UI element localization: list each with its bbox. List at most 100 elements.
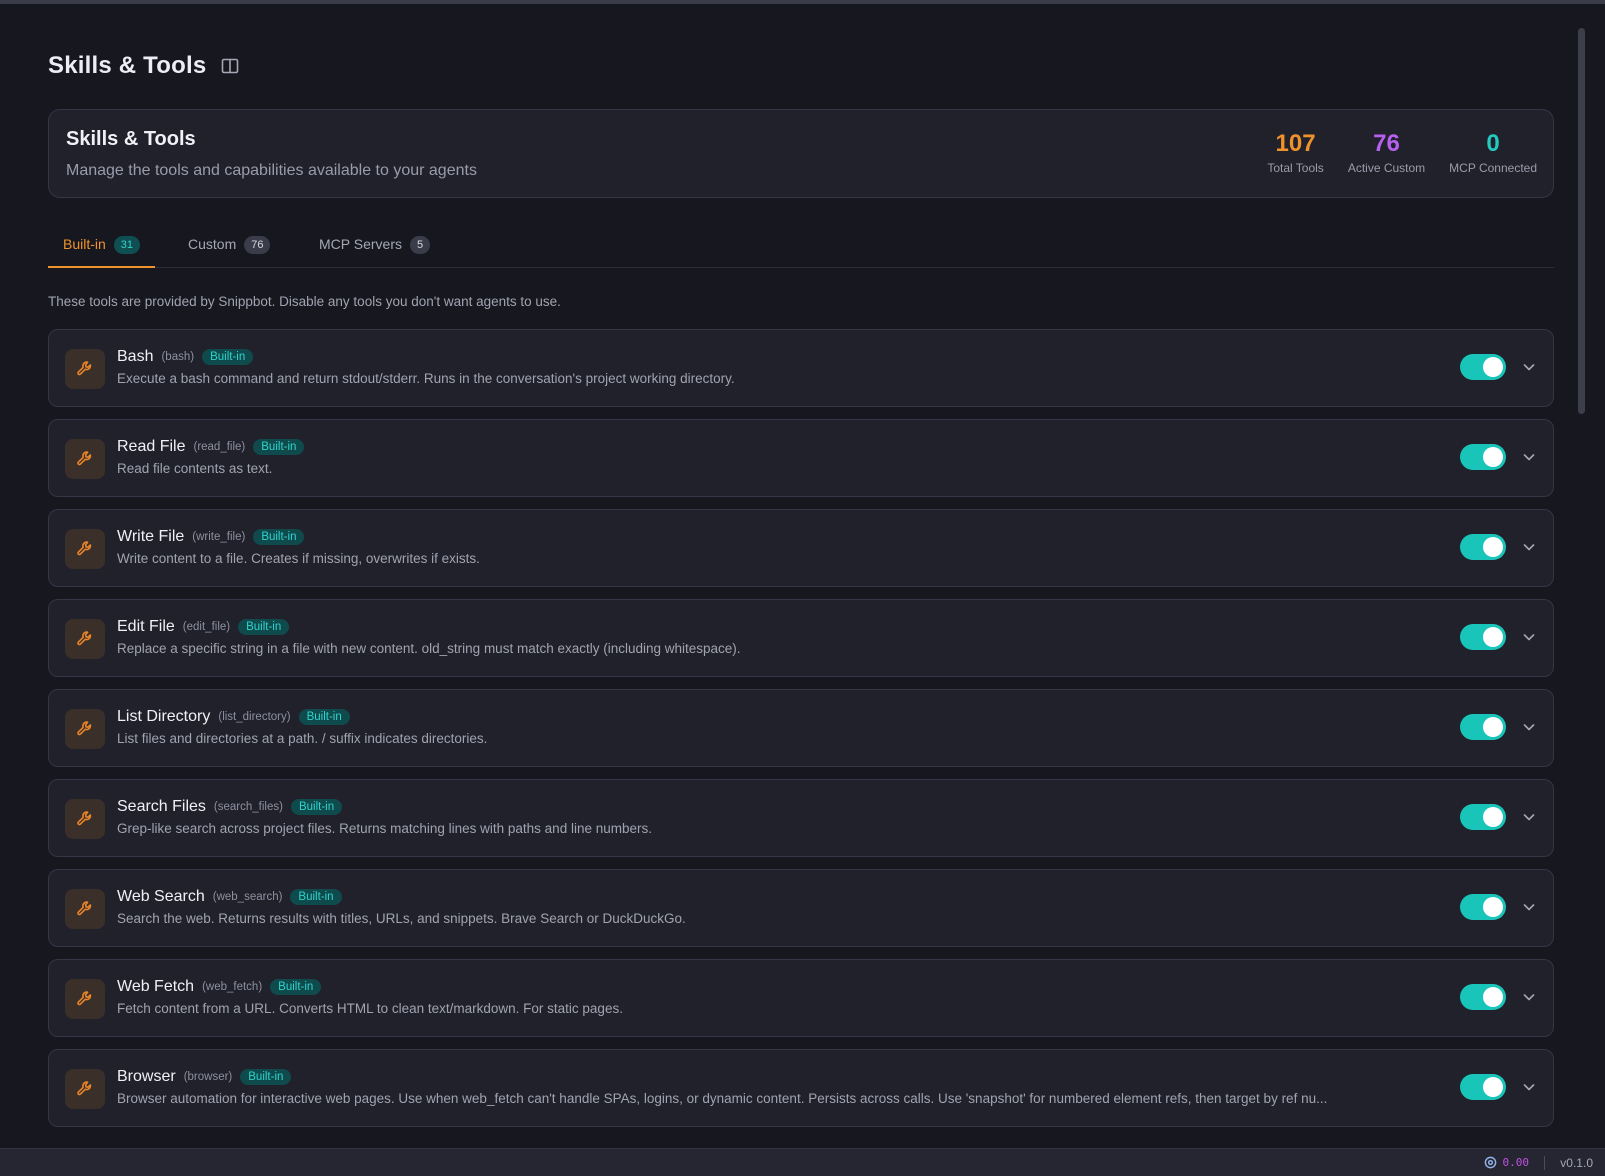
app-version: v0.1.0	[1560, 1156, 1593, 1170]
tool-id: (bash)	[161, 351, 195, 363]
tool-name: List Directory	[117, 708, 211, 725]
stat-label: MCP Connected	[1449, 161, 1537, 175]
page-title: Skills & Tools	[48, 52, 207, 79]
tool-description: Browser automation for interactive web p…	[117, 1091, 1328, 1106]
chevron-down-icon[interactable]	[1521, 989, 1537, 1005]
tab-mcp-servers[interactable]: MCP Servers 5	[319, 228, 431, 268]
built-in-badge: Built-in	[202, 349, 254, 365]
tool-description: List files and directories at a path. / …	[117, 731, 488, 746]
tool-id: (web_fetch)	[202, 981, 263, 993]
tool-description: Execute a bash command and return stdout…	[117, 371, 735, 386]
chevron-down-icon[interactable]	[1521, 629, 1537, 645]
tool-description: Replace a specific string in a file with…	[117, 641, 741, 656]
tool-enable-toggle[interactable]	[1460, 804, 1506, 830]
tool-enable-toggle[interactable]	[1460, 444, 1506, 470]
tool-name: Write File	[117, 528, 185, 545]
status-divider	[1544, 1156, 1545, 1170]
toggle-knob	[1483, 537, 1503, 557]
built-in-badge: Built-in	[298, 709, 350, 725]
wrench-icon	[65, 799, 105, 839]
tab-bar: Built-in 31 Custom 76 MCP Servers 5	[48, 228, 1554, 268]
tool-description: Read file contents as text.	[117, 461, 273, 476]
tool-card[interactable]: Search Files (search_files) Built-in Grep-l…	[48, 779, 1554, 857]
chevron-down-icon[interactable]	[1521, 899, 1537, 915]
tab-built-in[interactable]: Built-in 31	[48, 228, 156, 268]
wrench-icon	[65, 349, 105, 389]
tool-name: Read File	[117, 438, 186, 455]
tab-label: MCP Servers	[319, 236, 402, 252]
toggle-knob	[1483, 897, 1503, 917]
wrench-icon	[65, 529, 105, 569]
tool-name: Browser	[117, 1068, 176, 1085]
stat-value: 0	[1486, 130, 1500, 157]
tab-count-badge: 76	[244, 236, 271, 254]
page-header: Skills & Tools	[48, 52, 240, 80]
wrench-icon	[65, 619, 105, 659]
tool-enable-toggle[interactable]	[1460, 534, 1506, 560]
tool-enable-toggle[interactable]	[1460, 984, 1506, 1010]
summary-subtitle: Manage the tools and capabilities availa…	[66, 162, 477, 179]
tab-count-badge: 5	[409, 236, 431, 254]
tool-id: (edit_file)	[182, 621, 231, 633]
tool-id: (browser)	[183, 1071, 233, 1083]
toggle-knob	[1483, 447, 1503, 467]
tool-card[interactable]: Write File (write_file) Built-in Write cont…	[48, 509, 1554, 587]
toggle-knob	[1483, 807, 1503, 827]
cost-indicator: 0.00	[1484, 1156, 1530, 1169]
stats-group: 107 Total Tools 76 Active Custom 0 MCP C…	[1267, 130, 1537, 175]
tool-card[interactable]: Browser (browser) Built-in Browser automati…	[48, 1049, 1554, 1127]
tool-description: Fetch content from a URL. Converts HTML …	[117, 1001, 623, 1016]
chevron-down-icon[interactable]	[1521, 809, 1537, 825]
tab-count-badge: 31	[113, 236, 141, 254]
tool-description: Grep-like search across project files. R…	[117, 821, 652, 836]
tab-label: Built-in	[63, 236, 106, 252]
tool-enable-toggle[interactable]	[1460, 624, 1506, 650]
chevron-down-icon[interactable]	[1521, 1079, 1537, 1095]
built-in-badge: Built-in	[290, 799, 343, 815]
tab-custom[interactable]: Custom 76	[188, 228, 271, 268]
chevron-down-icon[interactable]	[1521, 449, 1537, 465]
tool-card[interactable]: Web Search (web_search) Built-in Search the…	[48, 869, 1554, 947]
chevron-down-icon[interactable]	[1521, 359, 1537, 375]
toggle-knob	[1483, 357, 1503, 377]
tool-name: Edit File	[117, 618, 175, 635]
stat-value: 76	[1373, 130, 1400, 157]
cost-value: 0.00	[1502, 1156, 1530, 1169]
tool-card[interactable]: Edit File (edit_file) Built-in Replace a sp…	[48, 599, 1554, 677]
wrench-icon	[65, 1069, 105, 1109]
tool-description: Search the web. Returns results with tit…	[117, 911, 686, 926]
stat-active-custom: 76 Active Custom	[1348, 130, 1425, 175]
stat-total-tools: 107 Total Tools	[1267, 130, 1323, 175]
tool-title-row: Web Search (web_search) Built-in	[117, 888, 342, 906]
wrench-icon	[65, 979, 105, 1019]
tool-name: Search Files	[117, 798, 206, 815]
tool-enable-toggle[interactable]	[1460, 354, 1506, 380]
tool-id: (list_directory)	[218, 711, 291, 723]
summary-title: Skills & Tools	[66, 128, 196, 150]
toggle-knob	[1483, 987, 1503, 1007]
book-icon[interactable]	[220, 56, 240, 76]
tool-card[interactable]: Read File (read_file) Built-in Read file co…	[48, 419, 1554, 497]
tool-card[interactable]: Bash (bash) Built-in Execute a bash command…	[48, 329, 1554, 407]
scrollbar-thumb[interactable]	[1578, 28, 1585, 414]
tool-card[interactable]: Web Fetch (web_fetch) Built-in Fetch conten…	[48, 959, 1554, 1037]
chevron-down-icon[interactable]	[1521, 719, 1537, 735]
tool-title-row: List Directory (list_directory) Built-in	[117, 708, 350, 726]
tool-enable-toggle[interactable]	[1460, 894, 1506, 920]
tool-card[interactable]: List Directory (list_directory) Built-in Li…	[48, 689, 1554, 767]
built-in-badge: Built-in	[240, 1069, 292, 1085]
tool-title-row: Search Files (search_files) Built-in	[117, 798, 343, 816]
tool-id: (read_file)	[193, 441, 246, 453]
tool-title-row: Browser (browser) Built-in	[117, 1068, 292, 1086]
built-in-hint: These tools are provided by Snippbot. Di…	[48, 294, 561, 309]
built-in-badge: Built-in	[253, 439, 305, 455]
chevron-down-icon[interactable]	[1521, 539, 1537, 555]
wrench-icon	[65, 709, 105, 749]
built-in-badge: Built-in	[270, 979, 322, 995]
stat-label: Active Custom	[1347, 161, 1426, 175]
tool-enable-toggle[interactable]	[1460, 714, 1506, 740]
tool-id: (write_file)	[192, 531, 246, 543]
tool-enable-toggle[interactable]	[1460, 1074, 1506, 1100]
tool-title-row: Bash (bash) Built-in	[117, 348, 254, 366]
summary-card: Skills & Tools Manage the tools and capa…	[48, 109, 1554, 198]
